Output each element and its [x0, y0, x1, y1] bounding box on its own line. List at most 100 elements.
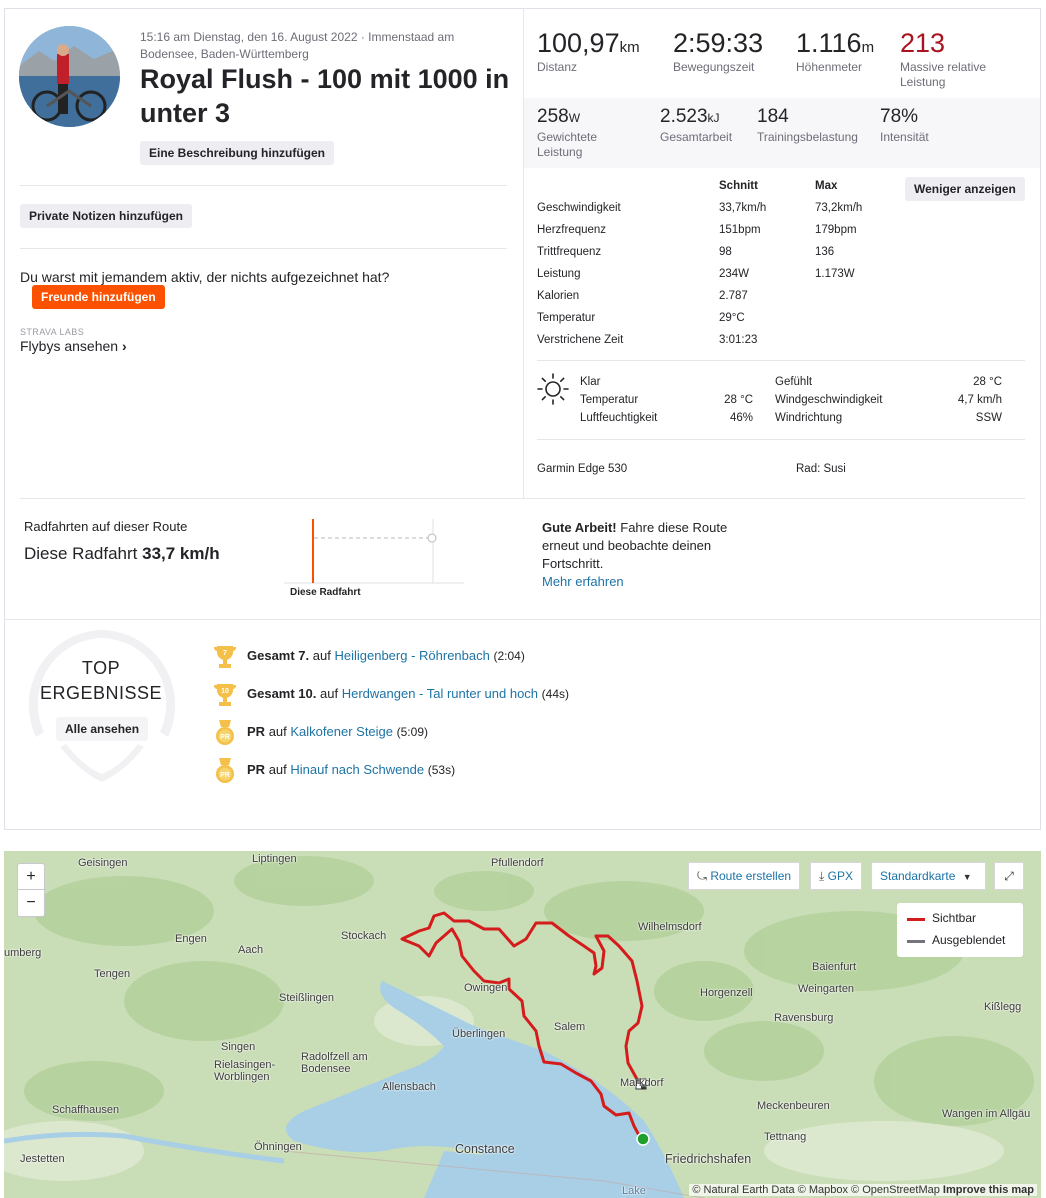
svg-text:PR: PR [220, 772, 230, 779]
flybys-link[interactable]: Flybys ansehen › [20, 338, 127, 354]
distance-label: Distanz [537, 60, 578, 74]
map-place-label: Ravensburg [774, 1012, 834, 1024]
detail-avg: 3:01:23 [719, 334, 758, 346]
weighted-power-label: Gewichtete Leistung [537, 130, 598, 159]
avatar[interactable] [19, 26, 120, 127]
divider [4, 619, 1041, 620]
col-avg-header: Schnitt [719, 180, 758, 192]
achievement-rank: PR [247, 724, 266, 739]
achievement-time: (44s) [541, 687, 569, 701]
moving-time-label: Bewegungszeit [673, 60, 755, 74]
map-place-label: Radolfzell am Bodensee [301, 1051, 368, 1075]
see-all-button[interactable]: Alle ansehen [56, 717, 149, 741]
chevron-right-icon: › [121, 338, 127, 354]
add-friends-button[interactable]: Freunde hinzufügen [32, 285, 165, 309]
map-place-label: Wilhelmsdorf [638, 921, 702, 933]
detail-max: 136 [815, 246, 835, 258]
achievement-prep: auf [320, 686, 339, 701]
map-place-label: Meckenbeuren [757, 1100, 830, 1112]
distance-value: 100,97km [537, 28, 640, 58]
achievement-item: Gesamt 7. auf Heiligenberg - Röhrenbach … [247, 648, 525, 663]
route-chart-label: Diese Radfahrt [290, 587, 361, 598]
show-less-button[interactable]: Weniger anzeigen [905, 177, 1025, 201]
segment-link[interactable]: Hinauf nach Schwende [290, 762, 424, 777]
learn-more-link[interactable]: Mehr erfahren [542, 574, 624, 589]
weather-wind-speed-label: Windgeschwindigkeit [775, 394, 883, 406]
segment-link[interactable]: Kalkofener Steige [290, 724, 393, 739]
achievement-time: (2:04) [493, 649, 525, 663]
map-place-label: Friedrichshafen [665, 1152, 752, 1166]
divider [20, 185, 507, 186]
map-attribution[interactable]: © Natural Earth Data © Mapbox © OpenStre… [689, 1184, 1037, 1196]
weather-wind-dir-label: Windrichtung [775, 412, 843, 424]
create-route-button[interactable]: ⤿ Route erstellen [688, 862, 801, 890]
private-notes-button[interactable]: Private Notizen hinzufügen [20, 204, 193, 228]
detail-avg: 33,7km/h [719, 202, 767, 214]
weather-temp-label: Temperatur [580, 394, 639, 406]
total-work-value: 2.523kJ [660, 106, 720, 127]
map-place-label: Horgenzell [700, 987, 753, 999]
map-place-label: Aach [238, 944, 264, 956]
route-icon: ⤿ [697, 869, 707, 883]
top-results-title-2: ERGEBNISSE [39, 683, 163, 703]
activity-meta: 15:16 am Dienstag, den 16. August 2022 ·… [140, 30, 455, 61]
map-type-select[interactable]: Standardkarte ▼ [871, 862, 986, 890]
intensity-value: 78% [880, 106, 919, 127]
map-place-label: Geisingen [78, 857, 128, 869]
map-place-label: Stockach [341, 930, 387, 942]
total-work-label: Gesamtarbeit [660, 130, 733, 144]
weather-temp-value: 28 °C [724, 394, 753, 406]
map-place-label: Jestetten [20, 1153, 65, 1165]
map-place-label: Salem [554, 1021, 586, 1033]
legend-hidden-swatch [907, 940, 925, 943]
map-place-label: Pfullendorf [491, 857, 544, 869]
sun-icon [537, 373, 569, 405]
segment-link[interactable]: Herdwangen - Tal runter und hoch [342, 686, 538, 701]
weather-humidity-label: Luftfeuchtigkeit [580, 412, 658, 424]
trophy-icon: 10 [214, 684, 236, 706]
map-place-label: Baienfurt [812, 961, 857, 973]
avatar-photo [19, 26, 120, 127]
training-load-value: 184 [757, 106, 789, 127]
achievement-prep: auf [312, 648, 331, 663]
detail-max: 1.173W [815, 268, 855, 280]
map-place-label: Liptingen [252, 853, 297, 865]
download-icon: ⤓ [819, 869, 825, 883]
map-place-label: Öhningen [254, 1141, 302, 1153]
legend-hidden-label: Ausgeblendet [932, 933, 1006, 947]
map-place-label: Allensbach [382, 1081, 436, 1093]
weather-feels-label: Gefühlt [775, 376, 813, 388]
map-place-label: Tengen [94, 968, 131, 980]
improve-map-link[interactable]: Improve this map [943, 1184, 1034, 1196]
route-compare-chart[interactable] [284, 515, 464, 587]
detail-avg: 98 [719, 246, 732, 258]
detail-max: 73,2km/h [815, 202, 863, 214]
map-place-label: Überlingen [452, 1028, 506, 1040]
relative-effort-value[interactable]: 213 [900, 28, 945, 58]
achievement-rank: Gesamt 7. [247, 648, 310, 663]
zoom-out-button[interactable]: − [18, 890, 44, 916]
svg-text:PR: PR [220, 734, 230, 741]
fullscreen-button[interactable]: ⤢ [994, 862, 1024, 890]
map-place-label: Lake [622, 1185, 646, 1197]
activity-map[interactable]: Geisingen Liptingen Pfullendorf umberg Engen… [4, 851, 1041, 1198]
detail-label: Trittfrequenz [537, 246, 602, 258]
add-description-button[interactable]: Eine Beschreibung hinzufügen [140, 141, 335, 165]
detail-max: 179bpm [815, 224, 857, 236]
detail-avg: 151bpm [719, 224, 761, 236]
pr-medal-icon: PR [216, 758, 234, 783]
detail-label: Herzfrequenz [537, 224, 607, 236]
relative-effort-label: Massive relative Leistung [900, 60, 987, 89]
route-rides-label: Radfahrten auf dieser Route [24, 519, 188, 534]
trophy-icon: 7 [214, 646, 236, 668]
segment-link[interactable]: Heiligenberg - Röhrenbach [334, 648, 489, 663]
zoom-in-button[interactable]: + [18, 864, 44, 890]
with-someone-text: Du warst mit jemandem aktiv, der nichts … [20, 269, 390, 285]
detail-label: Leistung [537, 268, 581, 280]
weather-condition: Klar [580, 376, 601, 388]
activity-title: Royal Flush - 100 mit 1000 in unter 3 [140, 64, 510, 128]
laurel-icon [28, 630, 176, 782]
achievement-item: Gesamt 10. auf Herdwangen - Tal runter u… [247, 686, 569, 701]
weather-feels-value: 28 °C [973, 376, 1002, 388]
gpx-button[interactable]: ⤓ GPX [810, 862, 862, 890]
